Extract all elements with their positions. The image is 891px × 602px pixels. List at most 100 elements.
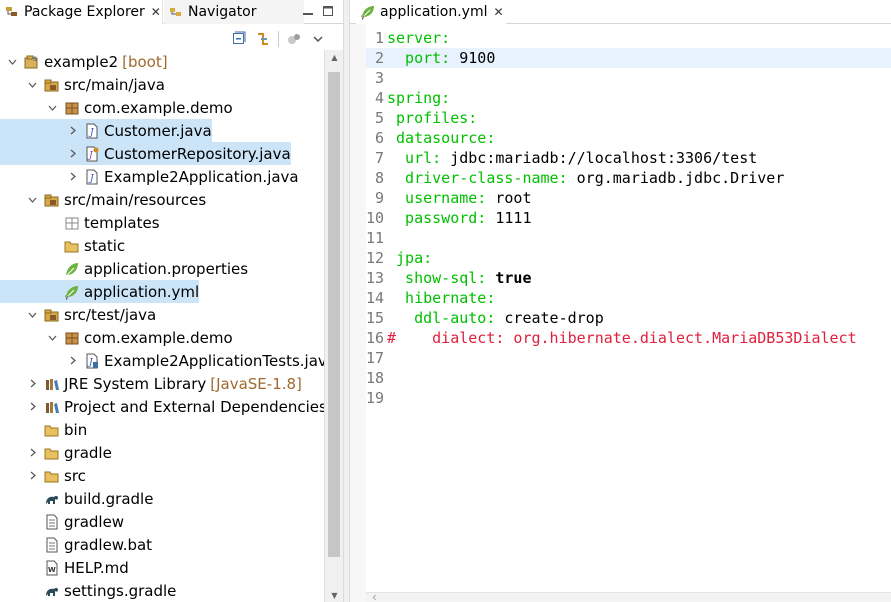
line-number: 1 — [374, 29, 384, 47]
java-file-icon: J — [84, 169, 100, 185]
code-text: server: — [387, 28, 450, 48]
tree-item[interactable]: Project and External Dependencies — [0, 395, 324, 418]
tab-navigator[interactable]: Navigator — [164, 0, 304, 24]
code-line[interactable]: 19 — [366, 388, 891, 408]
code-line[interactable]: 11 — [366, 228, 891, 248]
code-area[interactable]: 1 server: 2 port: 9100 3 4 spring: 5 profiles:… — [366, 28, 891, 598]
tree-item[interactable]: settings.gradle — [0, 579, 176, 602]
tree-item-label: templates — [84, 213, 160, 232]
tree-item[interactable]: gradlew.bat — [0, 533, 152, 556]
tab-application-yml[interactable]: y application.yml ✕ — [356, 0, 506, 24]
scroll-up-icon[interactable]: ▲ — [325, 50, 344, 64]
code-line[interactable]: 5 profiles: — [366, 108, 891, 128]
chevron-right-icon[interactable] — [66, 355, 78, 367]
tree-item-label: gradle — [64, 443, 112, 462]
svg-text:S: S — [33, 56, 37, 63]
maximize-icon[interactable] — [320, 3, 336, 19]
tree-item[interactable]: src/main/java — [0, 73, 165, 96]
code-line[interactable]: 18 — [366, 368, 891, 388]
tree-item[interactable]: gradlew — [0, 510, 124, 533]
chevron-down-icon[interactable] — [46, 332, 58, 344]
chevron-down-icon[interactable] — [6, 56, 18, 68]
tree-item[interactable]: y application.yml — [0, 280, 200, 303]
code-line[interactable]: 14 hibernate: — [366, 288, 891, 308]
close-tab-icon[interactable]: ✕ — [151, 5, 161, 19]
text-file-icon — [44, 514, 60, 530]
tree-item[interactable]: J Example2ApplicationTests.java — [0, 349, 324, 372]
line-number: 8 — [374, 169, 384, 187]
folder-icon — [44, 422, 60, 438]
tree-item[interactable]: bin — [0, 418, 87, 441]
tree-item[interactable]: src/test/java — [0, 303, 156, 326]
line-number: 7 — [374, 149, 384, 167]
chevron-right-icon[interactable] — [26, 447, 38, 459]
editor-tab-bar: y application.yml ✕ — [350, 0, 891, 24]
tree-item[interactable]: JRE System Library [JavaSE-1.8] — [0, 372, 302, 395]
chevron-right-icon[interactable] — [26, 378, 38, 390]
tree-item[interactable]: W HELP.md — [0, 556, 129, 579]
view-sash[interactable] — [343, 0, 350, 602]
tab-package-explorer[interactable]: Package Explorer ✕ — [0, 0, 163, 24]
tree-item[interactable]: src — [0, 464, 86, 487]
tree-item[interactable]: J Customer.java — [0, 119, 212, 142]
tree-item[interactable]: com.example.demo — [0, 96, 233, 119]
tree-item[interactable]: templates — [0, 211, 160, 234]
chevron-right-icon[interactable] — [66, 171, 78, 183]
minimize-icon[interactable] — [300, 3, 316, 19]
chevron-down-icon[interactable] — [26, 309, 38, 321]
tree-item[interactable]: Sexample2 [boot] — [0, 50, 168, 73]
scroll-down-icon[interactable]: ▼ — [325, 588, 344, 602]
text-file-icon — [44, 537, 60, 553]
chevron-down-icon[interactable] — [46, 102, 58, 114]
tree-item-label: src — [64, 466, 86, 485]
code-line[interactable]: 15 ddl-auto: create-drop — [366, 308, 891, 328]
chevron-down-icon[interactable] — [26, 194, 38, 206]
code-line[interactable]: 12 jpa: — [366, 248, 891, 268]
editor-horizontal-scrollbar[interactable] — [366, 592, 891, 602]
code-line[interactable]: 2 port: 9100 — [366, 48, 891, 68]
tree-item[interactable]: com.example.demo — [0, 326, 233, 349]
tree-item[interactable]: gradle — [0, 441, 112, 464]
collapse-all-icon[interactable] — [230, 30, 248, 48]
code-text: username: root — [387, 188, 531, 208]
code-line[interactable]: 8 driver-class-name: org.mariadb.jdbc.Dr… — [366, 168, 891, 188]
tree-item-label: application.yml — [84, 282, 200, 301]
chevron-right-icon[interactable] — [26, 401, 38, 413]
scroll-thumb[interactable] — [328, 72, 340, 557]
yaml-editor: y application.yml ✕ 1 server: 2 port: 9100… — [350, 0, 891, 602]
tree-item[interactable]: J Example2Application.java — [0, 165, 299, 188]
tree-item[interactable]: build.gradle — [0, 487, 153, 510]
code-line[interactable]: 6 datasource: — [366, 128, 891, 148]
yaml-value: 9100 — [450, 49, 496, 67]
editor-ruler — [350, 24, 366, 602]
code-line[interactable]: 17 — [366, 348, 891, 368]
view-menu-chevron-down-icon[interactable] — [309, 30, 327, 48]
code-line[interactable]: 10 password: 1111 — [366, 208, 891, 228]
code-line[interactable]: 1 server: — [366, 28, 891, 48]
chevron-right-icon[interactable] — [26, 470, 38, 482]
yaml-key: url: — [387, 149, 442, 167]
chevron-down-icon[interactable] — [26, 79, 38, 91]
focus-on-active-task-icon[interactable] — [285, 30, 303, 48]
scroll-left-icon[interactable]: ‹ — [372, 590, 377, 602]
code-line[interactable]: 9 username: root — [366, 188, 891, 208]
tree-item-label: static — [84, 236, 126, 255]
tree-item[interactable]: src/main/resources — [0, 188, 206, 211]
line-number: 11 — [366, 229, 385, 247]
chevron-right-icon[interactable] — [66, 125, 78, 137]
tree-item[interactable]: static — [0, 234, 125, 257]
code-line[interactable]: 13 show-sql: true — [366, 268, 891, 288]
code-line[interactable]: 7 url: jdbc:mariadb://localhost:3306/tes… — [366, 148, 891, 168]
code-line[interactable]: 3 — [366, 68, 891, 88]
code-line[interactable]: 4 spring: — [366, 88, 891, 108]
source-folder-icon — [44, 192, 60, 208]
close-tab-icon[interactable]: ✕ — [494, 5, 504, 19]
yaml-value: true — [486, 269, 532, 287]
tree-item[interactable]: J CustomerRepository.java — [0, 142, 291, 165]
code-line[interactable]: 16 # dialect: org.hibernate.dialect.Maria… — [366, 328, 891, 348]
tree-vertical-scrollbar[interactable]: ▲ ▼ — [324, 50, 343, 602]
link-with-editor-icon[interactable] — [254, 30, 272, 48]
tree-item[interactable]: application.properties — [0, 257, 248, 280]
chevron-right-icon[interactable] — [66, 148, 78, 160]
